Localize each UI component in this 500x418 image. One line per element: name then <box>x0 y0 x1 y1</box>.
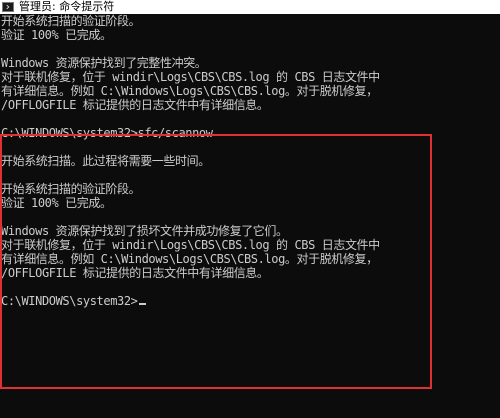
prompt-text: C:\WINDOWS\system32> <box>1 294 138 308</box>
text-cursor <box>138 303 146 305</box>
cmd-window: 管理员: 命令提示符 开始系统扫描的验证阶段。 验证 100% 已完成。 Win… <box>0 0 500 418</box>
console-line: Windows 资源保护找到了损坏文件并成功修复了它们。 <box>1 224 288 238</box>
console-line: 开始系统扫描的验证阶段。 <box>1 14 141 28</box>
window-title: 管理员: 命令提示符 <box>19 0 115 13</box>
console-line: 有详细信息。例如 C:\Windows\Logs\CBS\CBS.log。对于脱… <box>1 252 378 266</box>
prompt-line[interactable]: C:\WINDOWS\system32> <box>1 294 498 308</box>
console-line: 验证 100% 已完成。 <box>1 28 112 42</box>
console-line: /OFFLOGFILE 标记提供的日志文件中有详细信息。 <box>1 98 269 112</box>
console-line: 开始系统扫描的验证阶段。 <box>1 182 141 196</box>
console-line: 对于联机修复，位于 windir\Logs\CBS\CBS.log 的 CBS … <box>1 238 380 252</box>
console-line: Windows 资源保护找到了完整性冲突。 <box>1 56 207 70</box>
title-bar[interactable]: 管理员: 命令提示符 <box>0 0 500 14</box>
console-line: 开始系统扫描。此过程将需要一些时间。 <box>1 154 210 168</box>
console-line: /OFFLOGFILE 标记提供的日志文件中有详细信息。 <box>1 266 269 280</box>
command-line: C:\WINDOWS\system32>sfc/scannow <box>1 126 213 140</box>
console-line: 有详细信息。例如 C:\Windows\Logs\CBS\CBS.log。对于脱… <box>1 84 378 98</box>
console-line: 验证 100% 已完成。 <box>1 196 112 210</box>
cmd-icon <box>2 2 14 12</box>
console-line: 对于联机修复，位于 windir\Logs\CBS\CBS.log 的 CBS … <box>1 70 380 84</box>
console-output[interactable]: 开始系统扫描的验证阶段。 验证 100% 已完成。 Windows 资源保护找到… <box>1 14 498 308</box>
